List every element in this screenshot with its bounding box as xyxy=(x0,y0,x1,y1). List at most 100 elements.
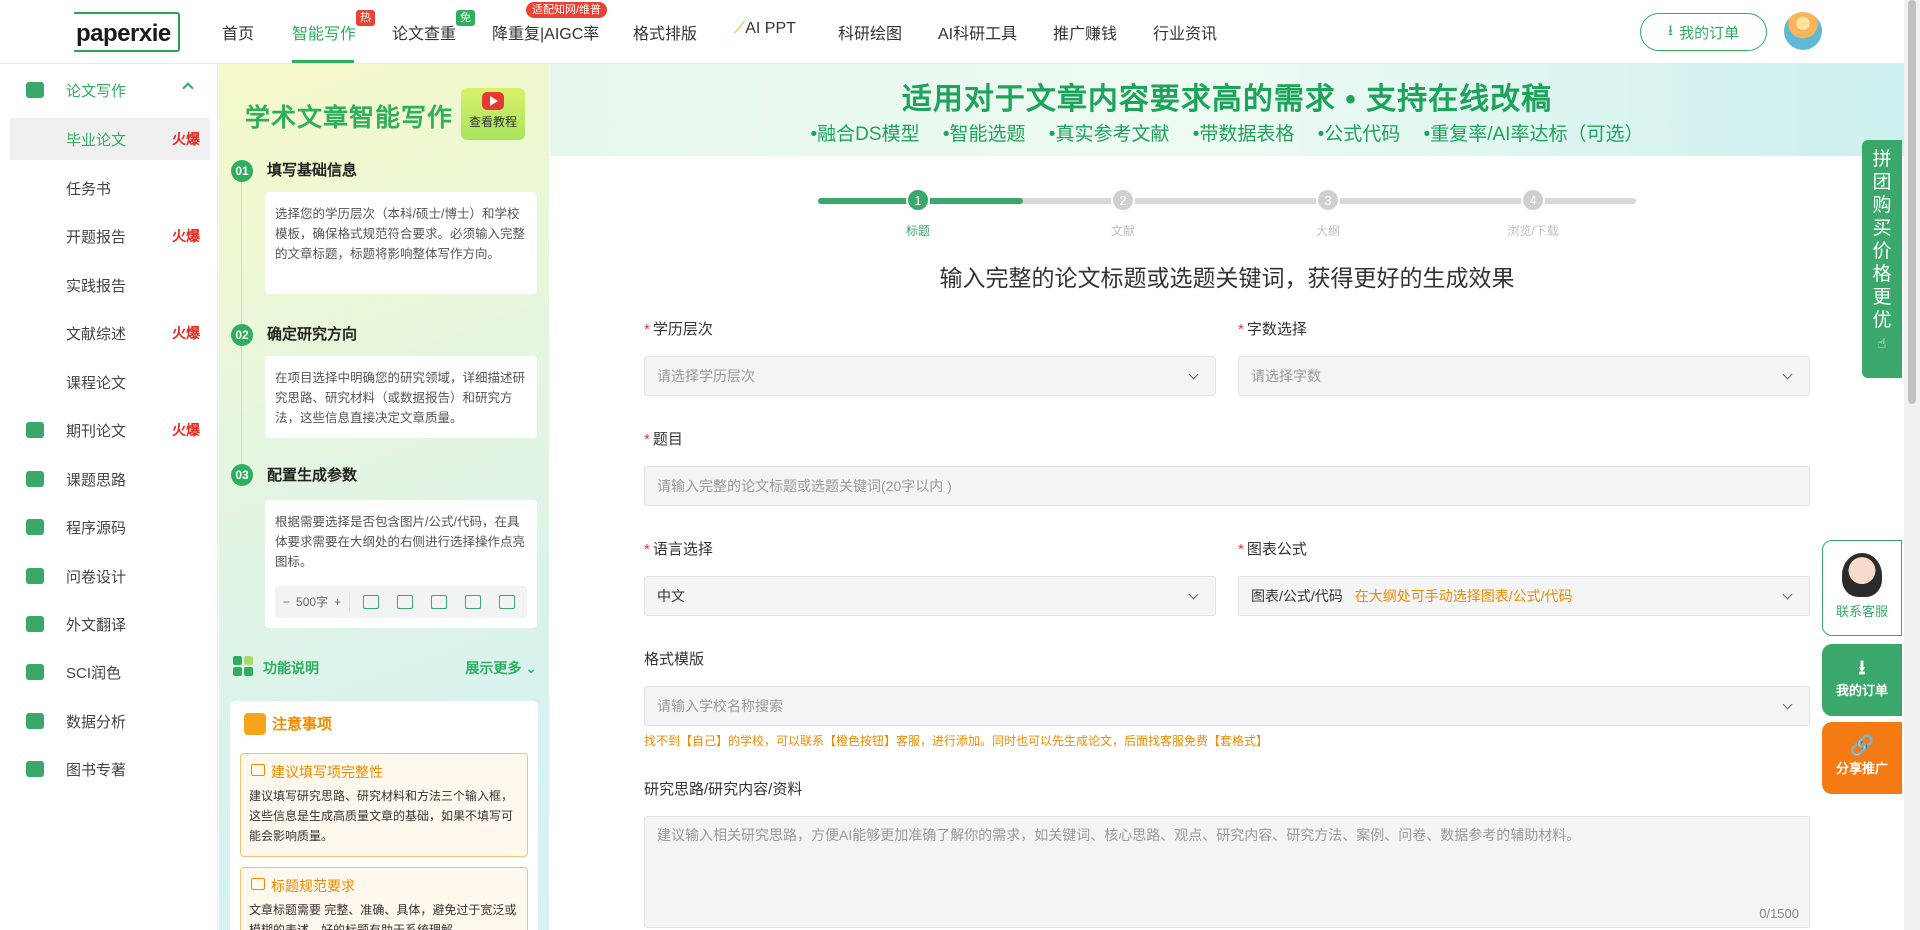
step-title: 配置生成参数 xyxy=(267,467,358,484)
formula-icon[interactable] xyxy=(431,595,448,609)
sidebar-item-assignment[interactable]: 任务书 xyxy=(0,167,210,209)
group-buy-char: 格 xyxy=(1872,264,1892,285)
show-more-label: 展示更多 xyxy=(465,660,522,676)
plus-icon[interactable]: + xyxy=(334,592,341,612)
download-icon: ⭳ xyxy=(1667,21,1674,39)
service-avatar xyxy=(1842,553,1882,597)
nav-research-drawing[interactable]: 科研绘图 xyxy=(838,20,902,44)
translate-icon xyxy=(26,616,44,632)
nav-format[interactable]: 格式排版 xyxy=(633,20,697,44)
sidebar-item-label: 开题报告 xyxy=(66,228,127,246)
nav-home[interactable]: 首页 xyxy=(222,20,254,44)
nav-industry-news[interactable]: 行业资讯 xyxy=(1153,20,1217,44)
step-connector xyxy=(241,334,242,474)
share-promote-button[interactable]: 🔗 分享推广 xyxy=(1822,722,1902,794)
show-more-link[interactable]: 展示更多 ⌄ xyxy=(465,658,537,678)
scrollbar-thumb[interactable] xyxy=(1908,0,1916,404)
step-label: 浏览/下载 xyxy=(1507,224,1559,238)
note-description: 建议填写研究思路、研究材料和方法三个输入框，这些信息是生成高质量文章的基础，如果… xyxy=(249,789,514,843)
float-my-orders-label: 我的订单 xyxy=(1835,683,1888,698)
chart-formula-label-text: 图表公式 xyxy=(1246,541,1307,558)
hot-tag: 火爆 xyxy=(172,325,200,341)
sidebar-item-books[interactable]: 图书专著 xyxy=(0,748,210,790)
survey-icon xyxy=(26,568,44,584)
title-input[interactable]: 请输入完整的论文标题或选题关键词(20字以内 ) xyxy=(644,466,1810,506)
my-orders-button[interactable]: ⭳ 我的订单 xyxy=(1640,13,1767,51)
sidebar-item-sci-polish[interactable]: SCI润色 xyxy=(0,651,210,693)
chart-icon xyxy=(26,713,44,729)
words-label-text: 字数选择 xyxy=(1246,321,1307,338)
chart-formula-select[interactable]: 图表/公式/代码 在大纲处可手动选择图表/公式/代码 xyxy=(1238,576,1810,616)
chart-formula-value: 图表/公式/代码 xyxy=(1251,588,1343,604)
image-icon[interactable] xyxy=(397,595,414,609)
nav-smart-writing[interactable]: 智能写作 xyxy=(292,20,356,44)
chevron-down-icon xyxy=(1782,699,1793,710)
note-description: 文章标题需要 完整、准确、具体，避免过于宽泛或模糊的表述，好的标题有助于系统理解 xyxy=(249,903,517,930)
sidebar-item-practice-report[interactable]: 实践报告 xyxy=(0,264,210,306)
title-placeholder: 请输入完整的论文标题或选题关键词(20字以内 ) xyxy=(657,478,952,494)
sci-icon xyxy=(26,664,44,680)
step-label: 大纲 xyxy=(1315,224,1340,238)
note-title: 标题规范要求 xyxy=(271,878,355,894)
minus-icon[interactable]: − xyxy=(283,592,290,612)
sidebar-item-data-analysis[interactable]: 数据分析 xyxy=(0,700,210,742)
nav-plagiarism-check[interactable]: 论文查重 xyxy=(392,20,456,44)
group-buy-tab[interactable]: 拼 团 购 买 价 格 更 优 ☝ xyxy=(1862,140,1902,378)
hot-tag: 火爆 xyxy=(172,131,200,147)
hot-badge: 热 xyxy=(356,10,375,26)
share-promote-label: 分享推广 xyxy=(1835,761,1888,776)
guide-panel: 学术文章智能写作 查看教程 01 填写基础信息 选择您的学历层次（本科/硕士/博… xyxy=(219,64,549,930)
template-warning: 找不到【自己】的学校，可以联系【橙色按钮】客服，进行添加。同时也可以先生成论文，… xyxy=(644,734,1269,748)
sidebar-item-survey[interactable]: 问卷设计 xyxy=(0,555,210,597)
function-title: 功能说明 xyxy=(263,660,319,676)
shield-icon xyxy=(244,713,266,735)
hot-tag: 火爆 xyxy=(172,422,200,438)
contact-service-button[interactable]: 联系客服 xyxy=(1822,540,1902,636)
table-icon[interactable] xyxy=(363,595,380,609)
group-buy-char: 团 xyxy=(1872,172,1892,193)
sidebar-item-course-paper[interactable]: 课程论文 xyxy=(0,361,210,403)
nav-ai-ppt-label: AI PPT xyxy=(745,20,796,37)
float-my-orders-button[interactable]: ⭳ 我的订单 xyxy=(1822,644,1902,716)
sidebar-item-journal[interactable]: 期刊论文 火爆 xyxy=(0,409,210,451)
idea-icon xyxy=(26,471,44,487)
nav-ai-ppt[interactable]: ⟋AI PPT xyxy=(734,20,796,38)
school-template-select[interactable]: 请输入学校名称搜索 xyxy=(644,686,1810,726)
sidebar-item-paper-writing[interactable]: 论文写作 xyxy=(0,69,210,111)
group-buy-char: 拼 xyxy=(1872,149,1892,170)
education-select[interactable]: 请选择学历层次 xyxy=(644,356,1216,396)
step-number: 01 xyxy=(231,160,253,182)
step-card: 根据需要选择是否包含图片/公式/代码，在具体要求需要在大纲处的右侧进行选择操作点… xyxy=(265,500,537,628)
nav-ai-tools[interactable]: AI科研工具 xyxy=(938,20,1017,44)
nav-reduce-duplication[interactable]: 降重复|AIGC率 xyxy=(492,20,599,44)
sidebar-item-translation[interactable]: 外文翻译 xyxy=(0,603,210,645)
word-stepper[interactable]: − 500字 + xyxy=(283,592,351,612)
sidebar-item-label: 毕业论文 xyxy=(66,131,127,149)
sidebar-item-label: 数据分析 xyxy=(66,713,127,731)
logo-text: paperxie xyxy=(76,20,171,47)
avatar[interactable] xyxy=(1784,12,1822,50)
sidebar-item-literature-review[interactable]: 文献综述 火爆 xyxy=(0,312,210,354)
note-title: 建议填写项完整性 xyxy=(271,764,383,780)
sidebar-item-label: 课题思路 xyxy=(66,471,127,489)
sidebar-item-proposal[interactable]: 开题报告 火爆 xyxy=(0,215,210,257)
list-icon[interactable] xyxy=(499,595,516,609)
research-textarea[interactable]: 建议输入相关研究思路，方便AI能够更加准确了解你的需求，如关键词、核心思路、观点… xyxy=(644,816,1810,928)
language-select[interactable]: 中文 xyxy=(644,576,1216,616)
play-icon xyxy=(482,92,504,110)
tutorial-button[interactable]: 查看教程 xyxy=(461,88,525,140)
nav-promotion[interactable]: 推广赚钱 xyxy=(1053,20,1117,44)
chevron-down-icon xyxy=(1782,589,1793,600)
notes-panel: 注意事项 建议填写项完整性 建议填写研究思路、研究材料和方法三个输入框，这些信息… xyxy=(230,701,538,930)
logo[interactable]: paperxie xyxy=(74,12,180,52)
words-select[interactable]: 请选择字数 xyxy=(1238,356,1810,396)
top-header: paperxie 首页 智能写作 热 论文查重 免 降重复|AIGC率 适配知网… xyxy=(0,0,1920,64)
language-label-text: 语言选择 xyxy=(652,541,713,558)
step-dot: 3 xyxy=(1316,188,1340,212)
code-icon[interactable] xyxy=(465,595,482,609)
sidebar-item-graduation-thesis[interactable]: 毕业论文 火爆 xyxy=(10,118,210,160)
note-card: 建议填写项完整性 建议填写研究思路、研究材料和方法三个输入框，这些信息是生成高质… xyxy=(240,753,528,857)
sidebar-item-topic-ideas[interactable]: 课题思路 xyxy=(0,458,210,500)
chart-formula-hint: 在大纲处可手动选择图表/公式/代码 xyxy=(1354,588,1573,604)
sidebar-item-source-code[interactable]: 程序源码 xyxy=(0,506,210,548)
